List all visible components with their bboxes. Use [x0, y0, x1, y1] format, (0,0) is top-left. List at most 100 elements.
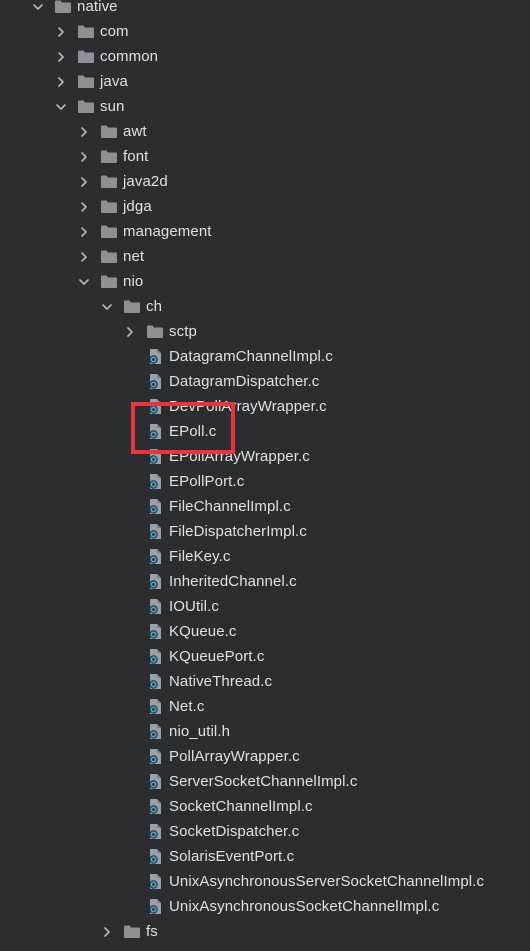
- tree-folder-font[interactable]: font: [0, 144, 530, 169]
- folder-icon: [77, 49, 95, 65]
- tree-item-label: jdga: [123, 198, 152, 215]
- tree-item-label: sun: [100, 98, 125, 115]
- tree-folder-awt[interactable]: awt: [0, 119, 530, 144]
- chevron-right-icon[interactable]: [101, 926, 113, 938]
- tree-folder-fs[interactable]: fs: [0, 919, 530, 944]
- tree-item-label: common: [100, 48, 159, 65]
- c-file-icon: [146, 848, 164, 865]
- tree-item-label: PollArrayWrapper.c: [169, 748, 300, 765]
- c-file-icon: [146, 673, 164, 690]
- tree-folder-com[interactable]: com: [0, 19, 530, 44]
- chevron-right-icon[interactable]: [55, 76, 67, 88]
- folder-icon: [123, 924, 141, 940]
- tree-item-label: management: [123, 223, 212, 240]
- folder-icon: [100, 149, 118, 165]
- chevron-right-icon[interactable]: [78, 226, 90, 238]
- chevron-right-icon[interactable]: [78, 201, 90, 213]
- tree-file-datagramdispatcher-c[interactable]: DatagramDispatcher.c: [0, 369, 530, 394]
- chevron-down-icon[interactable]: [78, 276, 90, 288]
- tree-file-unixasynchronousserversocketchannelimpl-c[interactable]: UnixAsynchronousServerSocketChannelImpl.…: [0, 869, 530, 894]
- tree-item-label: java2d: [123, 173, 168, 190]
- tree-item-label: UnixAsynchronousServerSocketChannelImpl.…: [169, 873, 485, 890]
- tree-item-label: DatagramChannelImpl.c: [169, 348, 333, 365]
- folder-icon: [54, 0, 72, 15]
- folder-icon: [100, 124, 118, 140]
- chevron-right-icon[interactable]: [124, 326, 136, 338]
- tree-file-inheritedchannel-c[interactable]: InheritedChannel.c: [0, 569, 530, 594]
- tree-folder-sun[interactable]: sun: [0, 94, 530, 119]
- tree-item-label: IOUtil.c: [169, 598, 219, 615]
- tree-folder-net[interactable]: net: [0, 244, 530, 269]
- tree-file-socketdispatcher-c[interactable]: SocketDispatcher.c: [0, 819, 530, 844]
- tree-item-label: FileChannelImpl.c: [169, 498, 291, 515]
- c-file-icon: [146, 598, 164, 615]
- chevron-right-icon[interactable]: [78, 126, 90, 138]
- tree-item-label: DatagramDispatcher.c: [169, 373, 320, 390]
- tree-file-unixasynchronoussocketchannelimpl-c[interactable]: UnixAsynchronousSocketChannelImpl.c: [0, 894, 530, 919]
- c-file-icon: [146, 698, 164, 715]
- tree-folder-java[interactable]: java: [0, 69, 530, 94]
- tree-file-devpollarraywrapper-c[interactable]: DevPollArrayWrapper.c: [0, 394, 530, 419]
- tree-folder-ch[interactable]: ch: [0, 294, 530, 319]
- chevron-right-icon[interactable]: [55, 51, 67, 63]
- folder-icon: [100, 249, 118, 265]
- c-file-icon: [146, 423, 164, 440]
- tree-folder-jdga[interactable]: jdga: [0, 194, 530, 219]
- tree-item-label: com: [100, 23, 129, 40]
- tree-file-socketchannelimpl-c[interactable]: SocketChannelImpl.c: [0, 794, 530, 819]
- tree-item-label: font: [123, 148, 149, 165]
- tree-item-label: ch: [146, 298, 163, 315]
- tree-item-label: EPollArrayWrapper.c: [169, 448, 310, 465]
- tree-folder-nio[interactable]: nio: [0, 269, 530, 294]
- tree-file-nio-util-h[interactable]: nio_util.h: [0, 719, 530, 744]
- c-file-icon: [146, 873, 164, 890]
- tree-file-ioutil-c[interactable]: IOUtil.c: [0, 594, 530, 619]
- folder-icon: [146, 324, 164, 340]
- tree-file-nativethread-c[interactable]: NativeThread.c: [0, 669, 530, 694]
- chevron-right-icon[interactable]: [78, 151, 90, 163]
- project-tree: native com common java sun awt font java2d jdga m…: [0, 0, 530, 944]
- chevron-right-icon[interactable]: [78, 251, 90, 263]
- tree-folder-common[interactable]: common: [0, 44, 530, 69]
- tree-item-label: SocketChannelImpl.c: [169, 798, 313, 815]
- tree-item-label: FileDispatcherImpl.c: [169, 523, 307, 540]
- tree-file-solariseventport-c[interactable]: SolarisEventPort.c: [0, 844, 530, 869]
- tree-folder-native[interactable]: native: [0, 0, 530, 19]
- folder-icon: [100, 274, 118, 290]
- chevron-right-icon[interactable]: [55, 26, 67, 38]
- chevron-down-icon[interactable]: [55, 101, 67, 113]
- tree-file-filedispatcherimpl-c[interactable]: FileDispatcherImpl.c: [0, 519, 530, 544]
- c-file-icon: [146, 648, 164, 665]
- tree-item-label: native: [77, 0, 118, 15]
- tree-file-epollport-c[interactable]: EPollPort.c: [0, 469, 530, 494]
- tree-file-serversocketchannelimpl-c[interactable]: ServerSocketChannelImpl.c: [0, 769, 530, 794]
- tree-item-label: awt: [123, 123, 147, 140]
- tree-item-label: fs: [146, 923, 158, 940]
- tree-item-label: EPoll.c: [169, 423, 217, 440]
- c-file-icon: [146, 823, 164, 840]
- chevron-down-icon[interactable]: [32, 1, 44, 13]
- c-file-icon: [146, 398, 164, 415]
- c-file-icon: [146, 448, 164, 465]
- tree-file-filechannelimpl-c[interactable]: FileChannelImpl.c: [0, 494, 530, 519]
- tree-file-kqueueport-c[interactable]: KQueuePort.c: [0, 644, 530, 669]
- folder-icon: [100, 224, 118, 240]
- c-file-icon: [146, 748, 164, 765]
- chevron-down-icon[interactable]: [101, 301, 113, 313]
- c-file-icon: [146, 898, 164, 915]
- tree-file-pollarraywrapper-c[interactable]: PollArrayWrapper.c: [0, 744, 530, 769]
- tree-file-net-c[interactable]: Net.c: [0, 694, 530, 719]
- tree-file-filekey-c[interactable]: FileKey.c: [0, 544, 530, 569]
- tree-item-label: KQueuePort.c: [169, 648, 265, 665]
- tree-file-epollarraywrapper-c[interactable]: EPollArrayWrapper.c: [0, 444, 530, 469]
- tree-file-kqueue-c[interactable]: KQueue.c: [0, 619, 530, 644]
- tree-folder-java2d[interactable]: java2d: [0, 169, 530, 194]
- tree-item-label: KQueue.c: [169, 623, 237, 640]
- chevron-right-icon[interactable]: [78, 176, 90, 188]
- tree-folder-management[interactable]: management: [0, 219, 530, 244]
- tree-folder-sctp[interactable]: sctp: [0, 319, 530, 344]
- tree-item-label: Net.c: [169, 698, 205, 715]
- tree-file-datagramchannelimpl-c[interactable]: DatagramChannelImpl.c: [0, 344, 530, 369]
- folder-icon: [100, 174, 118, 190]
- tree-file-epoll-c[interactable]: EPoll.c: [0, 419, 530, 444]
